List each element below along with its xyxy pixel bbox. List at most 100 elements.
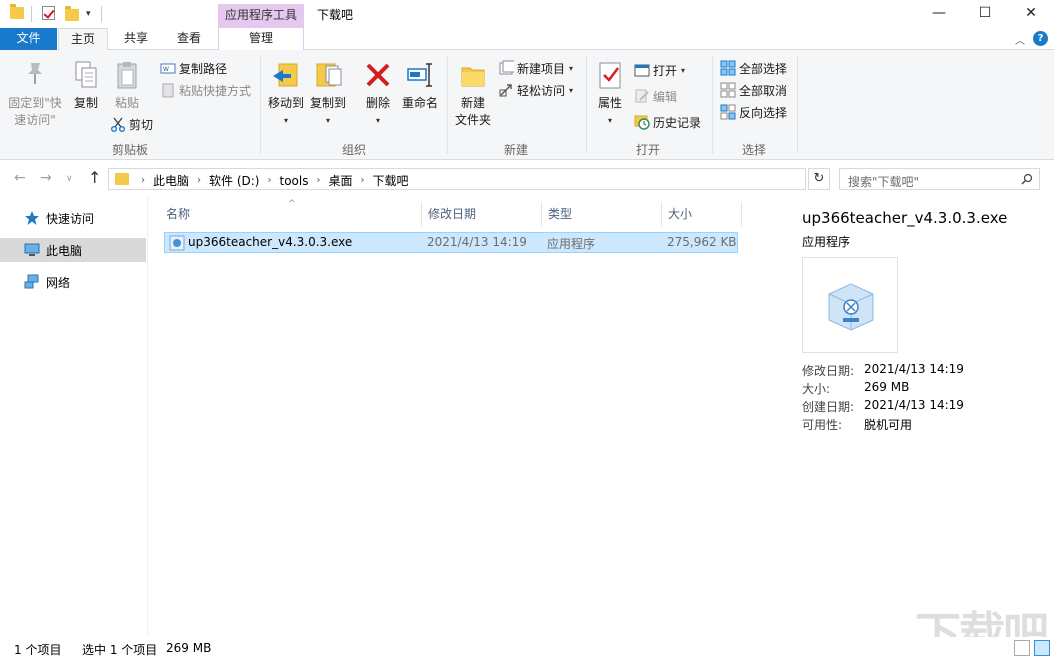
breadcrumb-this-pc[interactable]: 此电脑 xyxy=(153,172,189,189)
paste-shortcut-button[interactable]: 粘贴快捷方式 xyxy=(160,80,251,100)
easy-access-label: 轻松访问 xyxy=(517,83,566,98)
chevron-right-icon[interactable]: › xyxy=(316,175,320,186)
divider xyxy=(797,56,798,154)
properties-dropdown-icon: ▾ xyxy=(607,116,612,125)
easy-access-button[interactable]: 轻松访问 ▾ xyxy=(498,80,573,100)
invert-selection-label: 反向选择 xyxy=(739,105,788,120)
column-header-type[interactable]: 类型 xyxy=(542,202,662,226)
properties-icon[interactable] xyxy=(42,6,55,20)
paste-button[interactable]: 粘贴 xyxy=(108,60,146,112)
back-button[interactable]: ← xyxy=(14,170,26,186)
search-input[interactable]: 搜索"下载吧" xyxy=(839,168,1040,190)
new-item-button[interactable]: 新建项目 ▾ xyxy=(498,58,573,78)
refresh-button[interactable]: ↻ xyxy=(808,168,830,190)
select-all-button[interactable]: 全部选择 xyxy=(720,58,787,78)
invert-selection-button[interactable]: 反向选择 xyxy=(720,102,787,122)
delete-dropdown-icon: ▾ xyxy=(375,116,380,125)
file-date: 2021/4/13 14:19 xyxy=(427,235,527,249)
nav-network[interactable]: 网络 xyxy=(0,270,146,294)
copy-button[interactable]: 复制 xyxy=(68,60,104,112)
divider xyxy=(260,56,261,154)
new-folder-button[interactable]: 新建 文件夹 xyxy=(452,60,494,129)
file-list: 名称 修改日期 类型 大小 up366teacher_v4.3.0.3.exe … xyxy=(148,197,778,637)
tab-view[interactable]: 查看 xyxy=(164,28,214,50)
history-button[interactable]: 历史记录 xyxy=(634,112,701,132)
breadcrumb-drive-d[interactable]: 软件 (D:) xyxy=(209,172,259,189)
copy-to-button[interactable]: 复制到 ▾ xyxy=(308,60,348,129)
pin-label-2: 速访问" xyxy=(14,113,56,127)
easy-access-icon xyxy=(498,82,514,98)
column-header-size[interactable]: 大小 xyxy=(662,202,742,226)
customize-toolbar-dropdown[interactable]: ▾ xyxy=(86,9,91,19)
copy-path-button[interactable]: W 复制路径 xyxy=(160,58,227,78)
invert-selection-icon xyxy=(720,104,736,120)
cut-button[interactable]: 剪切 xyxy=(110,114,153,134)
copy-to-label: 复制到 xyxy=(309,96,346,110)
tab-manage[interactable]: 管理 xyxy=(218,28,304,50)
new-item-dropdown-icon: ▾ xyxy=(569,63,574,73)
divider xyxy=(31,6,32,22)
pin-label-1: 固定到"快 xyxy=(8,96,62,110)
copy-label: 复制 xyxy=(73,96,98,110)
details-prop-label: 大小: xyxy=(802,382,831,396)
open-label: 打开 xyxy=(653,63,678,78)
new-item-label: 新建项目 xyxy=(517,61,566,76)
tab-share[interactable]: 共享 xyxy=(112,28,160,50)
nav-this-pc-label: 此电脑 xyxy=(46,243,83,258)
tab-home[interactable]: 主页 xyxy=(58,28,108,51)
copy-icon xyxy=(75,61,97,88)
edit-button[interactable]: 编辑 xyxy=(634,86,677,106)
large-icons-view-button[interactable] xyxy=(1034,640,1050,656)
file-type: 应用程序 xyxy=(547,237,596,251)
details-prop-value: 2021/4/13 14:19 xyxy=(864,362,964,376)
help-icon[interactable]: ? xyxy=(1033,31,1048,46)
tab-file[interactable]: 文件 xyxy=(0,28,57,50)
breadcrumb-desktop[interactable]: 桌面 xyxy=(328,172,352,189)
sort-ascending-icon: ^ xyxy=(288,199,296,209)
nav-this-pc[interactable]: 此电脑 xyxy=(0,238,146,262)
open-icon xyxy=(634,62,650,78)
table-row[interactable]: up366teacher_v4.3.0.3.exe 2021/4/13 14:1… xyxy=(164,232,738,253)
collapse-ribbon-icon[interactable]: ︿ xyxy=(1015,32,1025,47)
properties-button[interactable]: 属性 ▾ xyxy=(592,60,628,129)
chevron-right-icon[interactable]: › xyxy=(360,175,364,186)
network-icon xyxy=(24,274,40,290)
new-folder-icon[interactable] xyxy=(65,6,79,21)
minimize-button[interactable]: — xyxy=(916,0,962,28)
maximize-button[interactable]: ☐ xyxy=(962,0,1008,28)
breadcrumb: › 此电脑 › 软件 (D:) › tools › 桌面 › 下载吧 xyxy=(137,172,413,189)
address-bar[interactable]: › 此电脑 › 软件 (D:) › tools › 桌面 › 下载吧 ∨ xyxy=(108,168,902,190)
delete-button[interactable]: 删除 ▾ xyxy=(362,60,394,129)
installer-box-icon xyxy=(828,283,874,331)
column-header-date[interactable]: 修改日期 xyxy=(422,202,542,226)
select-none-button[interactable]: 全部取消 xyxy=(720,80,787,100)
rename-button[interactable]: 重命名 xyxy=(398,60,442,112)
scissors-icon xyxy=(110,116,126,132)
open-button[interactable]: 打开 ▾ xyxy=(634,60,685,80)
chevron-right-icon[interactable]: › xyxy=(267,175,271,186)
chevron-right-icon[interactable]: › xyxy=(197,175,201,186)
rename-label: 重命名 xyxy=(401,96,438,110)
chevron-right-icon[interactable]: › xyxy=(141,175,145,186)
copy-path-icon: W xyxy=(160,60,176,76)
pin-to-quick-access-button[interactable]: 固定到"快 速访问" xyxy=(4,60,66,129)
forward-button[interactable]: → xyxy=(40,170,52,186)
star-icon xyxy=(24,210,40,226)
app-icon xyxy=(169,235,185,251)
details-view-button[interactable] xyxy=(1014,640,1030,656)
delete-label: 删除 xyxy=(365,96,390,110)
move-to-button[interactable]: 移动到 ▾ xyxy=(266,60,306,129)
breadcrumb-tools[interactable]: tools xyxy=(279,174,308,188)
move-to-icon xyxy=(273,63,298,87)
breadcrumb-xiazaiba[interactable]: 下载吧 xyxy=(372,172,408,189)
paste-shortcut-label: 粘贴快捷方式 xyxy=(179,83,252,98)
file-thumbnail xyxy=(802,257,898,353)
close-button[interactable]: ✕ xyxy=(1008,0,1054,28)
up-button[interactable]: ↑ xyxy=(88,168,101,187)
status-bar: 1 个项目 选中 1 个项目 269 MB xyxy=(0,637,1054,661)
computer-icon xyxy=(24,242,40,258)
folder-icon[interactable] xyxy=(10,4,24,19)
move-to-dropdown-icon: ▾ xyxy=(283,116,288,125)
recent-locations-dropdown[interactable]: ∨ xyxy=(66,174,73,184)
nav-quick-access[interactable]: 快速访问 xyxy=(0,206,146,230)
